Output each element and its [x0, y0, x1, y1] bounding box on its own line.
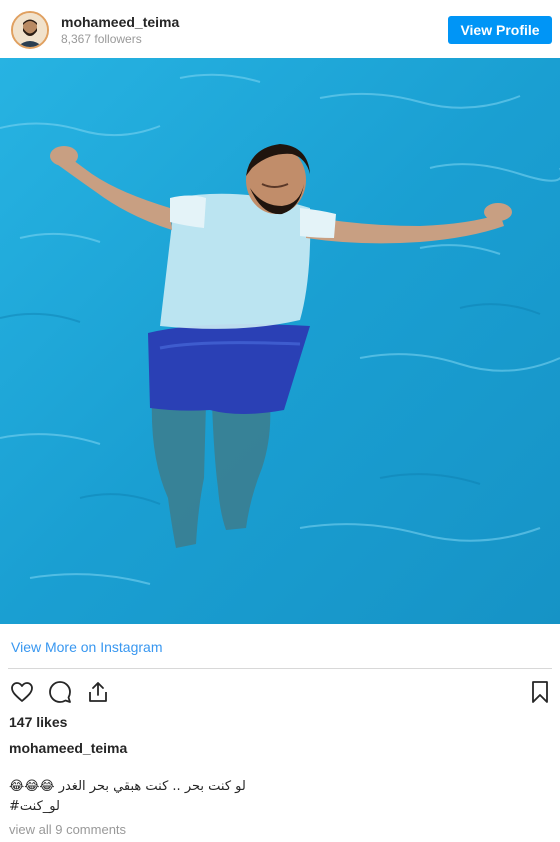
divider [8, 668, 552, 669]
view-profile-button[interactable]: View Profile [448, 16, 552, 44]
comment-button[interactable] [47, 678, 73, 706]
heart-icon [11, 682, 33, 702]
like-button[interactable] [9, 678, 35, 706]
avatar[interactable] [11, 11, 49, 49]
post-photo[interactable] [0, 58, 560, 624]
view-more-link[interactable]: View More on Instagram [11, 639, 162, 655]
likes-count[interactable]: 147 likes [9, 714, 67, 730]
caption-hashtag[interactable]: #لو_كنت [9, 797, 309, 817]
caption-line-1: 😂😂😂 لو كنت بحر .. كنت هبقي بحر الغدر [9, 779, 246, 794]
post-header: mohameed_teima 8,367 followers View Prof… [0, 0, 560, 60]
comment-icon [49, 681, 71, 703]
share-icon [89, 682, 107, 702]
post-caption: 😂😂😂 لو كنت بحر .. كنت هبقي بحر الغدر #لو… [9, 777, 309, 817]
header-username[interactable]: mohameed_teima [61, 13, 179, 31]
avatar-icon [13, 13, 47, 47]
save-button[interactable] [527, 678, 553, 706]
followers-count: 8,367 followers [61, 32, 142, 46]
share-button[interactable] [85, 678, 111, 706]
user-block: mohameed_teima 8,367 followers [61, 13, 179, 47]
photo-man-floating-in-pool-icon [0, 58, 560, 624]
view-comments-link[interactable]: view all 9 comments [9, 822, 126, 837]
post-author[interactable]: mohameed_teima [9, 740, 127, 756]
bookmark-icon [532, 681, 548, 703]
action-bar [0, 678, 560, 708]
